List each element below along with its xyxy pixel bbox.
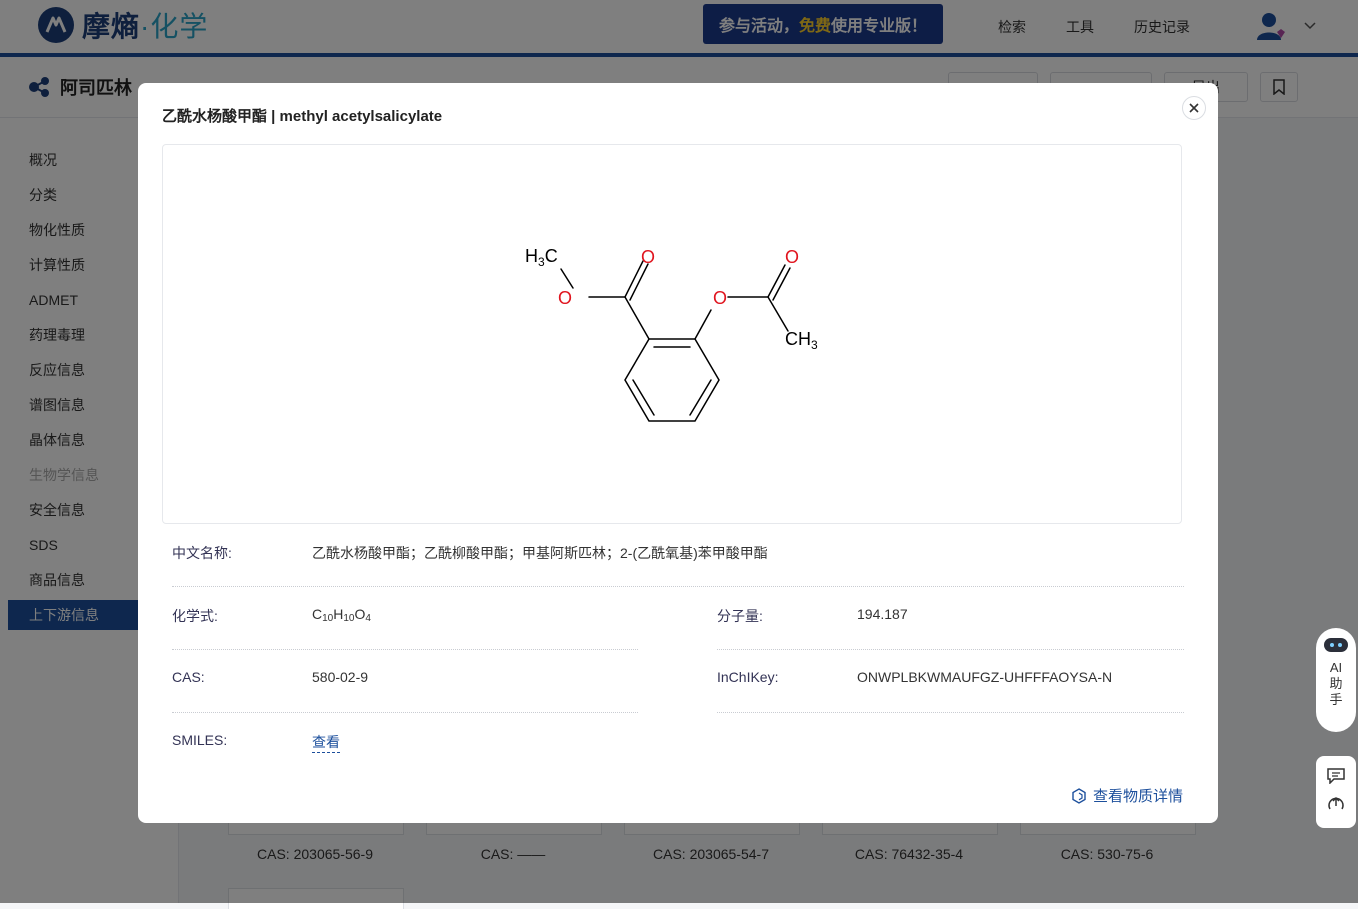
row-formula: 化学式: C10H10O4 (162, 586, 638, 650)
formula-value: C10H10O4 (312, 606, 371, 624)
structure-panel: O O O O H3C CH3 (162, 144, 1182, 524)
row-molecular-weight: 分子量: 194.187 (707, 586, 1184, 650)
ai-assistant-button[interactable]: AI助手 (1316, 628, 1356, 732)
atom-methyl-ch3: CH3 (785, 329, 818, 352)
atom-oxygen: O (641, 247, 655, 267)
formula-label: 化学式: (172, 608, 218, 624)
atom-oxygen: O (558, 288, 572, 308)
inchikey-label: InChIKey: (717, 669, 779, 685)
row-chinese-name: 中文名称: 乙酰水杨酸甲酯；乙酰柳酸甲酯；甲基阿斯匹林；2-(乙酰氧基)苯甲酸甲… (162, 523, 1184, 587)
atom-methyl-h3c: H3C (525, 246, 558, 269)
atom-oxygen: O (785, 247, 799, 267)
ai-assistant-label: AI助手 (1329, 660, 1343, 707)
row-inchikey: InChIKey: ONWPLBKWMAUFGZ-UHFFFAOYSA-N (707, 649, 1184, 713)
inchikey-value: ONWPLBKWMAUFGZ-UHFFFAOYSA-N (857, 669, 1113, 685)
cas-label: CAS: (172, 669, 205, 685)
mw-value: 194.187 (857, 606, 908, 622)
close-button[interactable] (1182, 96, 1206, 120)
chinese-name-value: 乙酰水杨酸甲酯；乙酰柳酸甲酯；甲基阿斯匹林；2-(乙酰氧基)苯甲酸甲酯 (312, 545, 768, 561)
smiles-label: SMILES: (172, 732, 228, 748)
hexagon-icon (1072, 787, 1086, 804)
back-to-top-icon[interactable] (1327, 794, 1345, 812)
compound-modal: 乙酰水杨酸甲酯 | methyl acetylsalicylate O O O … (138, 83, 1218, 823)
cas-value: 580-02-9 (312, 669, 369, 685)
atom-oxygen: O (713, 288, 727, 308)
modal-title: 乙酰水杨酸甲酯 | methyl acetylsalicylate (162, 108, 443, 125)
row-cas: CAS: 580-02-9 (162, 649, 638, 713)
feedback-icon[interactable] (1327, 768, 1345, 784)
robot-icon (1324, 638, 1348, 652)
smiles-view-link[interactable]: 查看 (312, 732, 340, 753)
chinese-name-label: 中文名称: (172, 545, 232, 561)
divider (717, 712, 1184, 713)
molecule-structure: O O O O H3C CH3 (525, 246, 818, 422)
mw-label: 分子量: (717, 608, 763, 624)
row-smiles: SMILES: 查看 (162, 712, 638, 776)
floating-tools (1316, 756, 1356, 828)
close-icon (1189, 103, 1199, 113)
view-details-link[interactable]: 查看物质详情 (1071, 785, 1183, 806)
